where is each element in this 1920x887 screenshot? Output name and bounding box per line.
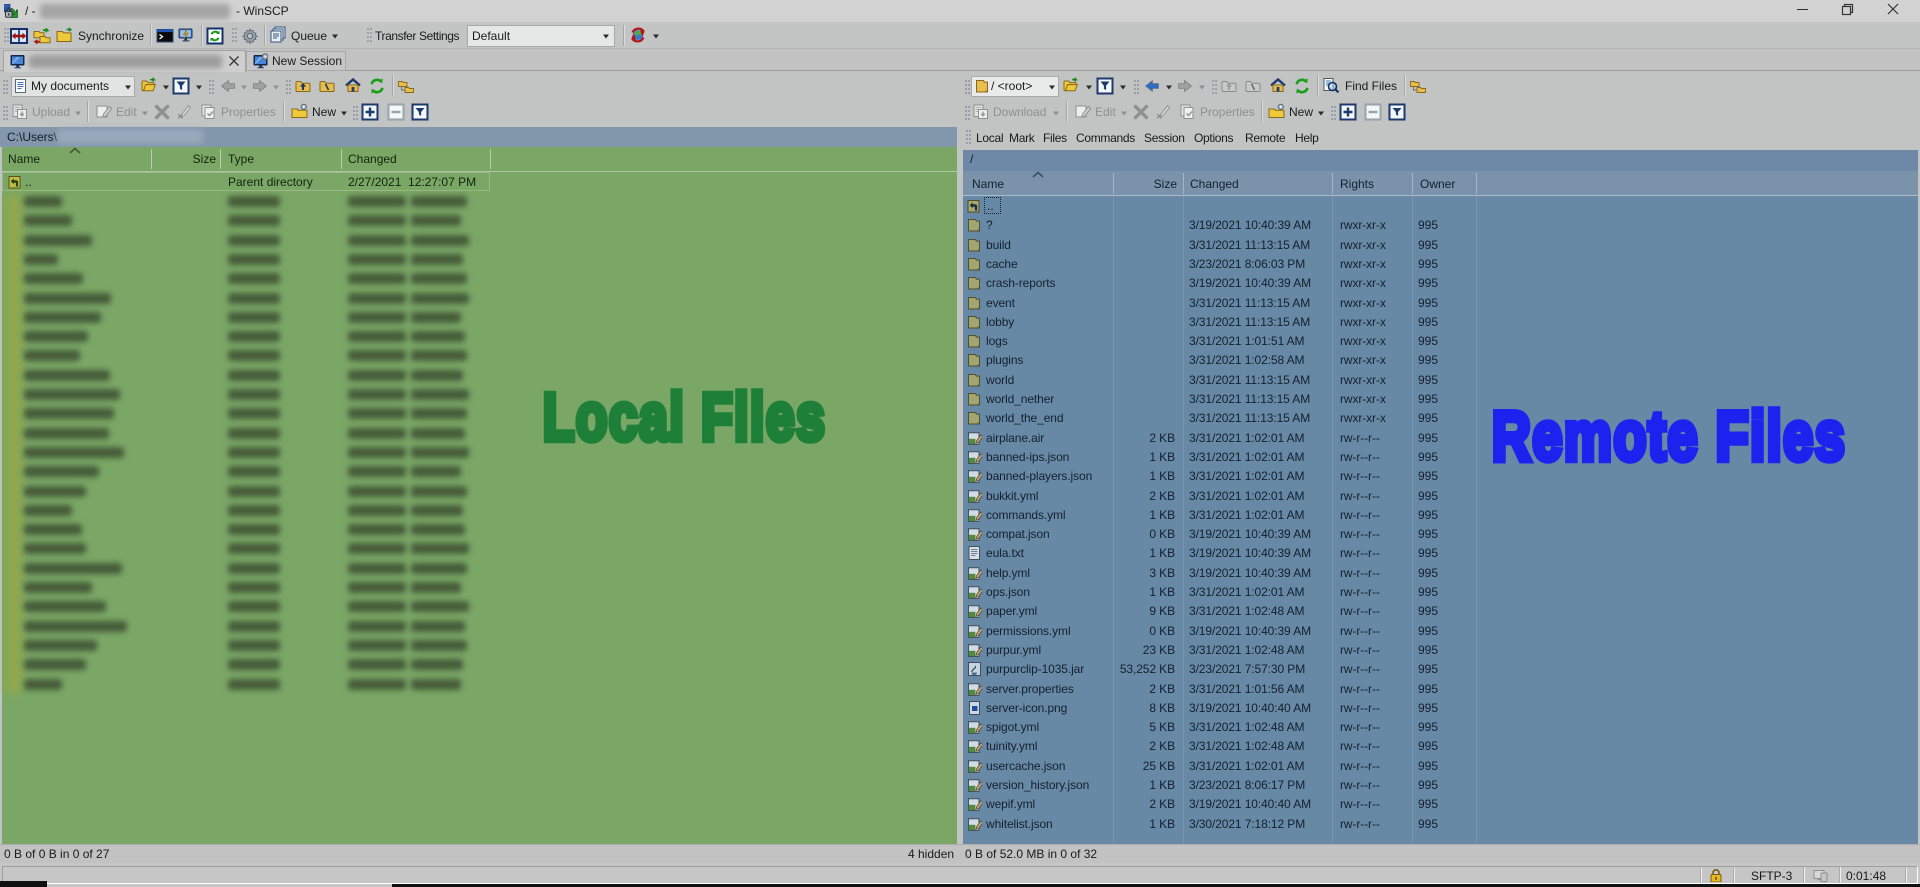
svg-text:Remote Files: Remote Files — [1492, 397, 1846, 474]
svg-text:Local Files: Local Files — [543, 379, 827, 454]
